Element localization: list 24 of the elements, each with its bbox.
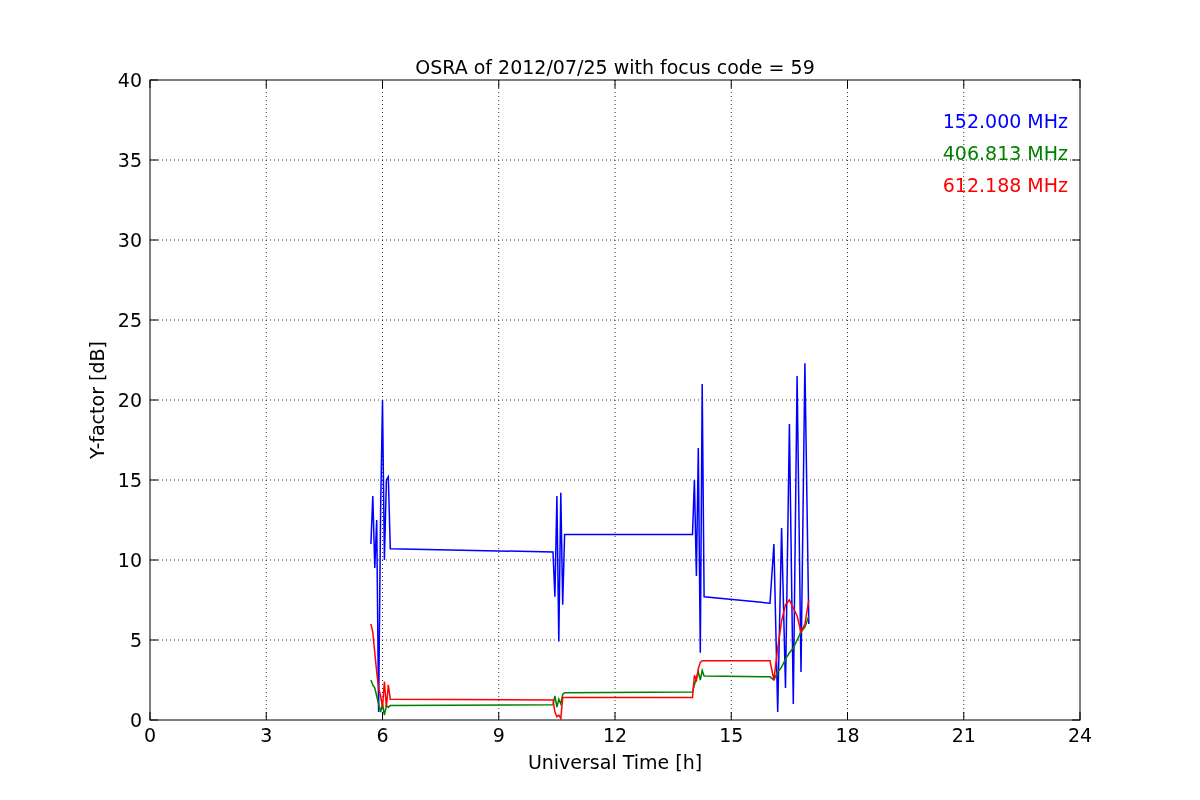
tick-label: 35 [117,149,142,171]
tick-label: 0 [143,724,157,746]
tick-label: 9 [492,724,505,746]
tick-label: 6 [376,724,389,746]
legend-label: 152.000 MHz [942,110,1068,132]
tick-label: 15 [719,724,744,746]
tick-label: 10 [117,549,142,571]
tick-label: 24 [1067,724,1093,746]
legend-label: 612.188 MHz [942,174,1068,196]
tick-label: 21 [951,724,976,746]
axis-title: Y-factor [dB] [86,341,108,459]
tick-label: 3 [260,724,273,746]
tick-label: 30 [117,229,142,251]
chart-title: OSRA of 2012/07/25 with focus code = 59 [415,56,815,78]
tick-label: 40 [117,69,142,91]
tick-label: 25 [117,309,142,331]
axis-title: Universal Time [h] [527,751,703,773]
tick-label: 0 [129,709,142,731]
tick-label: 15 [117,469,142,491]
tick-label: 12 [602,724,628,746]
tick-label: 20 [117,389,142,411]
legend-label: 406.813 MHz [942,142,1068,164]
tick-label: 18 [835,724,860,746]
tick-label: 5 [129,629,142,651]
